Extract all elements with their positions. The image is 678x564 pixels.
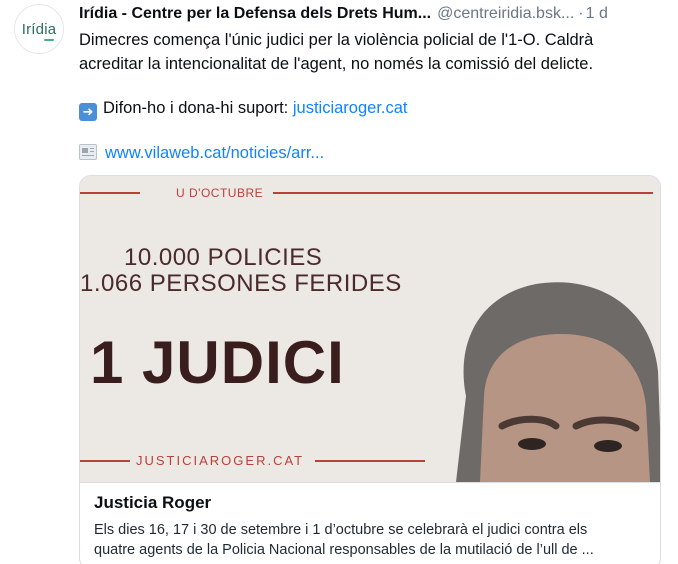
- avatar-logo-text: Irídia: [21, 20, 57, 41]
- image-headline: 1 JUDICI: [90, 329, 345, 396]
- portrait-eye-right: [594, 440, 622, 452]
- share-text: Difon-ho i dona-hi suport:: [103, 99, 293, 117]
- image-footer: JUSTICIAROGER.CAT: [136, 453, 305, 468]
- image-line-2: 1.066 PERSONES FERIDES: [80, 270, 402, 297]
- share-line: ➜ Difon-ho i dona-hi suport: justiciaroge…: [79, 96, 669, 121]
- post-text-line-2: acreditar la intencionalitat de l'agent,…: [79, 55, 594, 73]
- author-handle[interactable]: @centreiridia.bsk...: [437, 5, 574, 22]
- image-caption: U D'OCTUBRE: [176, 186, 264, 200]
- post-header: Irídia - Centre per la Defensa dels Dret…: [79, 3, 674, 25]
- post-time[interactable]: 1 d: [586, 5, 608, 22]
- card-description-line-1: Els dies 16, 17 i 30 de setembre i 1 d’o…: [94, 522, 588, 538]
- image-rule-top-right: [273, 192, 653, 194]
- author-name[interactable]: Irídia - Centre per la Defensa dels Dret…: [79, 5, 431, 22]
- link-preview-card[interactable]: U D'OCTUBRE 10.000 POLICIES 1.066 PERSON…: [79, 175, 661, 564]
- separator-dot: ·: [578, 5, 584, 22]
- image-rule-bottom-right: [315, 460, 425, 462]
- avatar[interactable]: Irídia: [14, 4, 64, 54]
- share-link[interactable]: justiciaroger.cat: [293, 99, 408, 117]
- portrait-photo: [456, 282, 660, 482]
- source-link[interactable]: www.vilaweb.cat/noticies/arr...: [105, 144, 324, 162]
- newspaper-icon: [79, 144, 97, 160]
- post[interactable]: Irídia Irídia - Centre per la Defensa de…: [0, 0, 678, 564]
- portrait-eye-left: [518, 438, 546, 450]
- card-description-line-2: quatre agents de la Policia Nacional res…: [94, 542, 594, 558]
- right-arrow-icon: ➜: [79, 103, 97, 121]
- card-title[interactable]: Justicia Roger: [94, 493, 211, 513]
- card-body[interactable]: Justicia Roger Els dies 16, 17 i 30 de s…: [80, 482, 660, 564]
- post-text-line-1: Dimecres comença l'únic judici per la vi…: [79, 31, 594, 49]
- source-line: www.vilaweb.cat/noticies/arr...: [79, 141, 669, 165]
- image-rule-top-left: [80, 192, 140, 194]
- image-rule-bottom-left: [80, 460, 130, 462]
- card-image[interactable]: U D'OCTUBRE 10.000 POLICIES 1.066 PERSON…: [80, 176, 660, 482]
- image-line-1: 10.000 POLICIES: [124, 244, 323, 271]
